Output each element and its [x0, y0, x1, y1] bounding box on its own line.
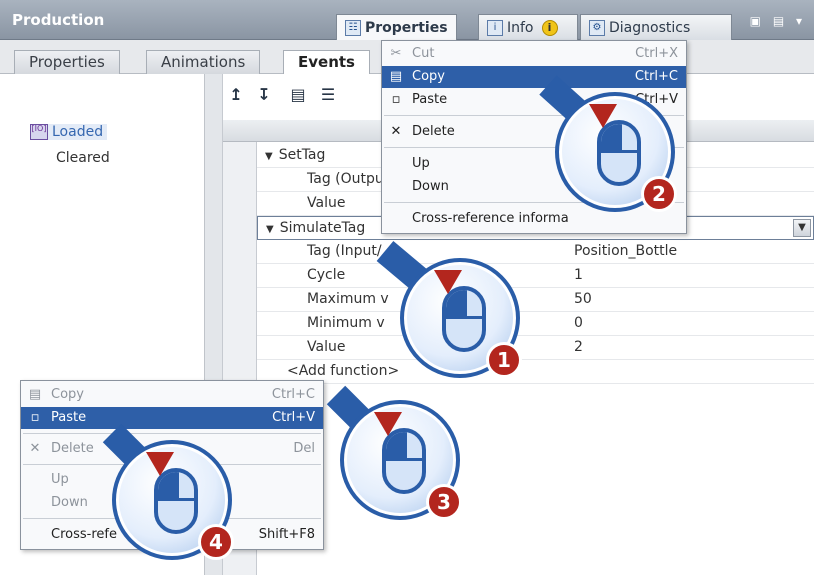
click-arrow-icon: [374, 412, 402, 436]
step-badge-4: 4: [198, 524, 234, 560]
window-title: Production: [12, 11, 105, 29]
click-arrow-icon: [146, 452, 174, 476]
menu-item-copy[interactable]: ▤ Copy Ctrl+C: [21, 384, 323, 406]
mouse-icon: [442, 286, 486, 352]
mouse-icon: [597, 120, 641, 186]
delete-x-icon: ✕: [29, 441, 41, 456]
row-name: Minimum v: [307, 315, 385, 331]
event-cleared-label: Cleared: [56, 150, 110, 166]
tab-info-label: Info: [507, 19, 534, 36]
paste-icon: ▫: [391, 92, 401, 107]
info-badge: i: [541, 19, 558, 36]
mouse-callout-4: 4: [112, 440, 234, 560]
menu-item-cut[interactable]: ✂ Cut Ctrl+X: [382, 43, 686, 65]
mouse-icon: [382, 428, 426, 494]
window-controls-icon[interactable]: ▣ ▤ ▾: [750, 14, 806, 28]
paste-icon: ▫: [30, 410, 40, 425]
row-value[interactable]: Position_Bottle: [574, 243, 677, 259]
delete-x-icon: ✕: [390, 124, 402, 139]
row-value[interactable]: 50: [574, 291, 592, 307]
row-name: Cycle: [307, 267, 346, 283]
collapse-all-icon[interactable]: ☰: [317, 84, 339, 106]
click-arrow-icon: [434, 270, 462, 294]
menu-separator: [23, 433, 321, 434]
move-down-icon[interactable]: ↧: [253, 84, 275, 106]
row-name: SimulateTag: [279, 220, 366, 236]
properties-icon: ☷: [345, 19, 361, 36]
row-name: Maximum v: [307, 291, 389, 307]
table-row[interactable]: Minimum v 0: [257, 312, 814, 336]
tab-info[interactable]: i Info i: [478, 14, 578, 40]
table-row[interactable]: Maximum v 50: [257, 288, 814, 312]
subtab-animations[interactable]: Animations: [146, 50, 261, 74]
subtab-events[interactable]: Events: [283, 50, 370, 75]
event-loaded-label: Loaded: [52, 124, 104, 140]
move-up-icon[interactable]: ↥: [225, 84, 247, 106]
row-name: Value: [307, 339, 346, 355]
step-badge-1: 1: [486, 342, 522, 378]
menu-item-paste[interactable]: ▫ Paste Ctrl+V: [21, 407, 323, 429]
dropdown-arrow-icon[interactable]: ▼: [793, 219, 811, 237]
tab-diagnostics[interactable]: ⚙ Diagnostics: [580, 14, 732, 40]
row-name: Tag (Outpu: [307, 171, 384, 187]
copy-icon: ▤: [28, 387, 42, 402]
menu-item-cross-reference[interactable]: Cross-reference informa: [382, 208, 686, 230]
event-cleared[interactable]: Cleared: [56, 150, 110, 166]
tab-properties[interactable]: ☷ Properties: [336, 14, 457, 40]
mouse-callout-1: 1: [400, 258, 522, 378]
step-badge-3: 3: [426, 484, 462, 520]
row-value[interactable]: 0: [574, 315, 583, 331]
row-value[interactable]: 2: [574, 339, 583, 355]
mouse-callout-2: 2: [555, 92, 677, 212]
event-icon: [IO]: [30, 124, 48, 140]
diagnostics-icon: ⚙: [589, 19, 605, 36]
click-arrow-icon: [589, 104, 617, 128]
add-function-label: <Add function>: [287, 363, 400, 379]
step-badge-2: 2: [641, 176, 677, 212]
row-name: Value: [307, 195, 346, 211]
scissors-icon: ✂: [390, 46, 402, 61]
table-row[interactable]: Cycle 1: [257, 264, 814, 288]
table-row[interactable]: Value 2: [257, 336, 814, 360]
menu-item-copy[interactable]: ▤ Copy Ctrl+C: [382, 66, 686, 88]
inspector-titlebar: Production ☷ Properties i Info i ⚙ Diagn…: [0, 0, 814, 40]
subtab-properties[interactable]: Properties: [14, 50, 120, 74]
expand-all-icon[interactable]: ▤: [287, 84, 309, 106]
copy-icon: ▤: [389, 69, 403, 84]
mouse-callout-3: 3: [340, 400, 462, 520]
row-name: SetTag: [278, 147, 326, 163]
table-row[interactable]: Tag (Input/ Position_Bottle: [257, 240, 814, 264]
info-icon: i: [487, 19, 503, 36]
tab-properties-label: Properties: [365, 19, 448, 36]
expand-caret-icon[interactable]: ▼: [265, 151, 273, 162]
row-value[interactable]: 1: [574, 267, 583, 283]
expand-caret-icon[interactable]: ▼: [266, 224, 274, 235]
tab-diagnostics-label: Diagnostics: [609, 19, 691, 36]
mouse-icon: [154, 468, 198, 534]
row-name: Tag (Input/: [307, 243, 382, 259]
event-loaded[interactable]: [IO] Loaded: [30, 124, 108, 140]
add-function-row[interactable]: <Add function>: [257, 360, 814, 384]
